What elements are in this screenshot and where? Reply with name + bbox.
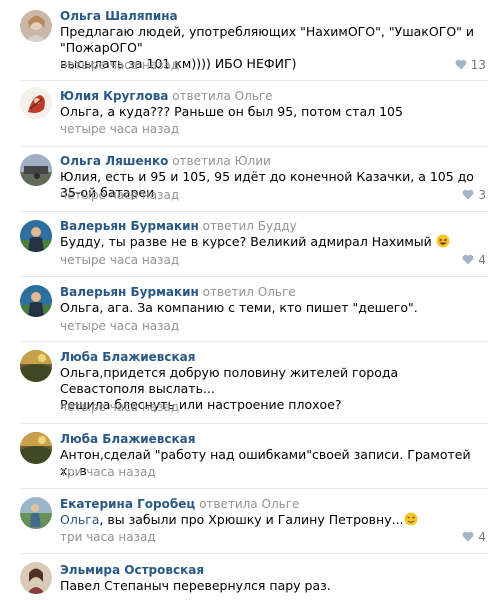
comment-time[interactable]: четыре часа назад [60,122,179,136]
comment-text-line: , вы забыли про Хрюшку и Галину Петровну… [99,512,404,527]
comment-author[interactable]: Юлия Круглова [60,89,168,103]
comment-text-line: Предлагаю людей, употребляющих "НахимОГО… [60,24,475,55]
avatar[interactable] [20,220,52,252]
comment: Эльмира Островская Павел Степаныч переве… [0,554,494,600]
mention-link[interactable]: Ольга [60,512,99,527]
like-count: 13 [470,58,486,72]
comment: Люба Блажиевская Антон,сделай "работу на… [0,424,494,489]
like-button[interactable]: 4 [462,530,486,544]
comment-text-line: Будду, ты разве не в курсе? Великий адми… [60,234,432,249]
comment-time[interactable]: четыре часа назад [60,58,179,72]
heart-icon [462,254,474,265]
comment-author[interactable]: Эльмира Островская [60,563,204,577]
reply-to-link[interactable]: Юлии [235,154,271,168]
laughing-emoji-icon [436,234,450,248]
comment-author[interactable]: Ольга Ляшенко [60,154,168,168]
comment-author[interactable]: Люба Блажиевская [60,350,195,364]
comment-time[interactable]: четыре часа назад [60,319,179,333]
avatar[interactable] [20,87,52,119]
comment: Екатерина Горобец ответила Ольге Ольга, … [0,489,494,554]
winking-emoji-icon [404,512,418,526]
comment-author[interactable]: Валерьян Бурмакин [60,285,199,299]
comment-text-line: Ольга, ага. За компанию с теми, кто пише… [60,300,418,315]
comment-time[interactable]: четыре часа назад [60,400,179,414]
comment-text-line: Ольга,придется добрую половину жителей г… [60,365,399,396]
comment-author[interactable]: Екатерина Горобец [60,497,195,511]
reply-to-link[interactable]: Ольге [258,285,296,299]
reply-word: ответила [199,497,258,511]
reply-word: ответила [172,89,231,103]
comment: Юлия Круглова ответила Ольге Ольга, а ку… [0,81,494,147]
reply-to-link[interactable]: Ольге [235,89,273,103]
avatar[interactable] [20,285,52,317]
comment-author[interactable]: Валерьян Бурмакин [60,219,199,233]
like-button[interactable]: 3 [462,188,486,202]
comment-author[interactable]: Ольга Шаляпина [60,9,178,23]
comment-text-line: Павел Степаныч перевернулся пару раз. [60,578,331,593]
comment: Люба Блажиевская Ольга,придется добрую п… [0,342,494,424]
heart-icon [462,531,474,542]
like-button[interactable]: 4 [462,253,486,267]
comment: Ольга Ляшенко ответила Юлии Юлия, есть и… [0,147,494,212]
comment-time[interactable]: три часа назад [60,530,156,544]
avatar[interactable] [20,350,52,382]
reply-word: ответила [172,154,231,168]
like-count: 3 [478,188,486,202]
comment-text-line: Ольга, а куда??? Раньше он был 95, потом… [60,104,403,119]
reply-to-link[interactable]: Ольге [262,497,300,511]
reply-indicator: ответила Ольге [199,497,299,511]
reply-indicator: ответил Ольге [203,285,296,299]
comment: Ольга Шаляпина Предлагаю людей, употребл… [0,0,494,81]
reply-to-link[interactable]: Будду [258,219,297,233]
reply-indicator: ответила Юлии [172,154,271,168]
reply-word: ответил [202,219,254,233]
reply-word: ответил [202,285,254,299]
comment: Валерьян Бурмакин ответил Будду Будду, т… [0,212,494,277]
comment-author[interactable]: Люба Блажиевская [60,432,195,446]
avatar[interactable] [20,432,52,464]
avatar[interactable] [20,497,52,529]
comment: Валерьян Бурмакин ответил Ольге Ольга, а… [0,277,494,342]
like-button[interactable]: 13 [455,58,486,72]
avatar[interactable] [20,562,52,594]
comment-time[interactable]: четыре часа назад [60,188,179,202]
avatar[interactable] [20,154,52,186]
reply-indicator: ответила Ольге [172,89,272,103]
like-count: 4 [478,530,486,544]
heart-icon [462,189,474,200]
comment-time[interactable]: три часа назад [60,465,156,479]
avatar[interactable] [20,10,52,42]
reply-indicator: ответил Будду [203,219,297,233]
heart-icon [455,59,467,70]
comment-time[interactable]: четыре часа назад [60,253,179,267]
like-count: 4 [478,253,486,267]
